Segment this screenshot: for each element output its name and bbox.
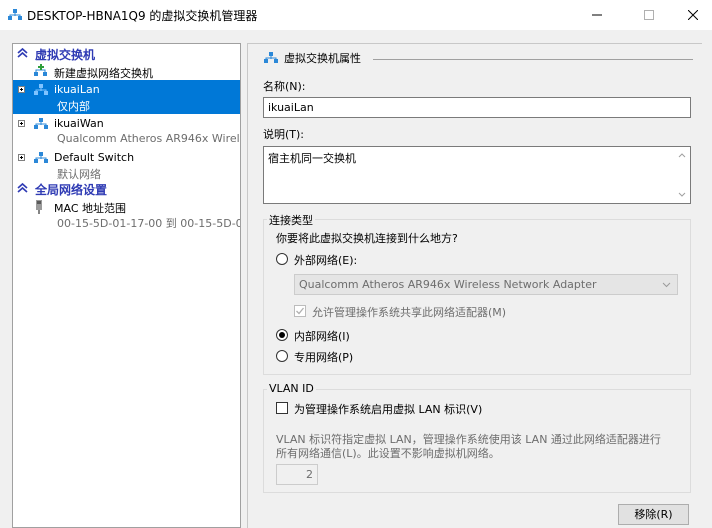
vlan-id-caption: VLAN ID [267, 382, 316, 395]
switch-item-ikuaiwan[interactable]: ikuaiWan Qualcomm Atheros AR946x Wirele.… [13, 114, 241, 148]
network-adapter-icon [36, 200, 42, 214]
private-network-label[interactable]: 专用网络(P) [294, 349, 353, 365]
description-textarea[interactable]: 宿主机同一交换机 [263, 146, 691, 204]
vlan-description-line2: 所有网络通信(L)。此设置不影响虚拟机网络。 [276, 447, 500, 460]
chevron-down-icon[interactable] [678, 192, 686, 198]
connection-type-caption: 连接类型 [267, 212, 315, 228]
double-chevron-up-icon [17, 182, 28, 193]
switch-name: ikuaiWan [54, 117, 104, 130]
switch-type: Qualcomm Atheros AR946x Wirele... [57, 132, 241, 145]
expand-icon[interactable] [18, 86, 25, 93]
network-switch-icon [34, 84, 48, 95]
expand-icon[interactable] [18, 120, 25, 127]
close-button[interactable] [670, 0, 712, 30]
description-label: 说明(T): [263, 128, 305, 141]
allow-management-checkbox[interactable] [294, 305, 306, 317]
minimize-button[interactable] [574, 0, 620, 30]
external-network-radio[interactable] [276, 253, 288, 265]
switch-name: Default Switch [54, 151, 135, 164]
new-switch-label: 新建虚拟网络交换机 [54, 67, 153, 80]
switch-type: 仅内部 [57, 100, 90, 113]
maximize-button[interactable] [626, 0, 672, 30]
remove-button[interactable]: 移除(R) [618, 504, 689, 525]
title-bar: DESKTOP-HBNA1Q9 的虚拟交换机管理器 [0, 0, 712, 30]
minimize-icon [592, 14, 602, 16]
description-text: 宿主机同一交换机 [268, 152, 356, 165]
chevron-down-icon [662, 282, 671, 288]
new-switch-item[interactable]: 新建虚拟网络交换机 [13, 62, 240, 80]
properties-header: 虚拟交换机属性 [263, 50, 361, 66]
vlan-id-input[interactable]: 2 [276, 464, 318, 485]
switch-item-default-switch[interactable]: Default Switch 默认网络 [13, 148, 240, 182]
allow-management-label: 允许管理操作系统共享此网络适配器(M) [312, 306, 507, 319]
switch-properties-panel: 虚拟交换机属性 名称(N): 说明(T): 宿主机同一交换机 连接类型 你要将此… [247, 43, 702, 528]
section-header-label: 全局网络设置 [35, 183, 108, 197]
connection-question: 你要将此虚拟交换机连接到什么地方? [276, 232, 458, 245]
description-scrollbar[interactable] [674, 147, 690, 203]
internal-network-label[interactable]: 内部网络(I) [294, 328, 350, 344]
network-switch-icon [34, 152, 48, 163]
network-adapter-value: Qualcomm Atheros AR946x Wireless Network… [299, 278, 597, 291]
switch-name: ikuaiLan [54, 83, 100, 96]
network-switch-icon [264, 52, 278, 63]
section-header-switches[interactable]: 虚拟交换机 [13, 45, 240, 62]
network-adapter-select[interactable]: Qualcomm Atheros AR946x Wireless Network… [294, 274, 678, 295]
header-divider [373, 59, 693, 60]
enable-vlan-checkbox[interactable] [276, 402, 288, 414]
section-header-label: 虚拟交换机 [35, 48, 96, 62]
switch-item-ikuailan[interactable]: ikuaiLan 仅内部 [13, 80, 240, 114]
close-icon [688, 10, 698, 20]
section-header-global[interactable]: 全局网络设置 [13, 180, 240, 197]
mac-address-range-item[interactable]: MAC 地址范围 00-15-5D-01-17-00 到 00-15-5D-0.… [13, 198, 241, 232]
hyper-v-switch-icon [8, 9, 22, 20]
add-network-icon [34, 64, 47, 76]
mac-range-value: 00-15-5D-01-17-00 到 00-15-5D-0... [57, 217, 241, 230]
external-network-label[interactable]: 外部网络(E): [294, 252, 357, 268]
window-title: DESKTOP-HBNA1Q9 的虚拟交换机管理器 [27, 9, 258, 23]
switch-navigation-panel: 虚拟交换机 新建虚拟网络交换机 ikuaiLan 仅内部 ikuaiWan Qu… [12, 43, 241, 528]
double-chevron-up-icon [17, 47, 28, 58]
enable-vlan-label[interactable]: 为管理操作系统启用虚拟 LAN 标识(V) [294, 401, 482, 417]
checkmark-icon [296, 307, 305, 315]
private-network-radio[interactable] [276, 350, 288, 362]
properties-title: 虚拟交换机属性 [284, 52, 361, 65]
maximize-icon [644, 10, 654, 20]
expand-icon[interactable] [18, 154, 25, 161]
internal-network-radio[interactable] [276, 329, 288, 341]
name-label: 名称(N): [263, 80, 306, 93]
switch-name-input[interactable] [263, 97, 691, 118]
network-switch-icon [34, 118, 48, 129]
mac-range-label: MAC 地址范围 [54, 202, 126, 215]
chevron-up-icon[interactable] [678, 152, 686, 158]
